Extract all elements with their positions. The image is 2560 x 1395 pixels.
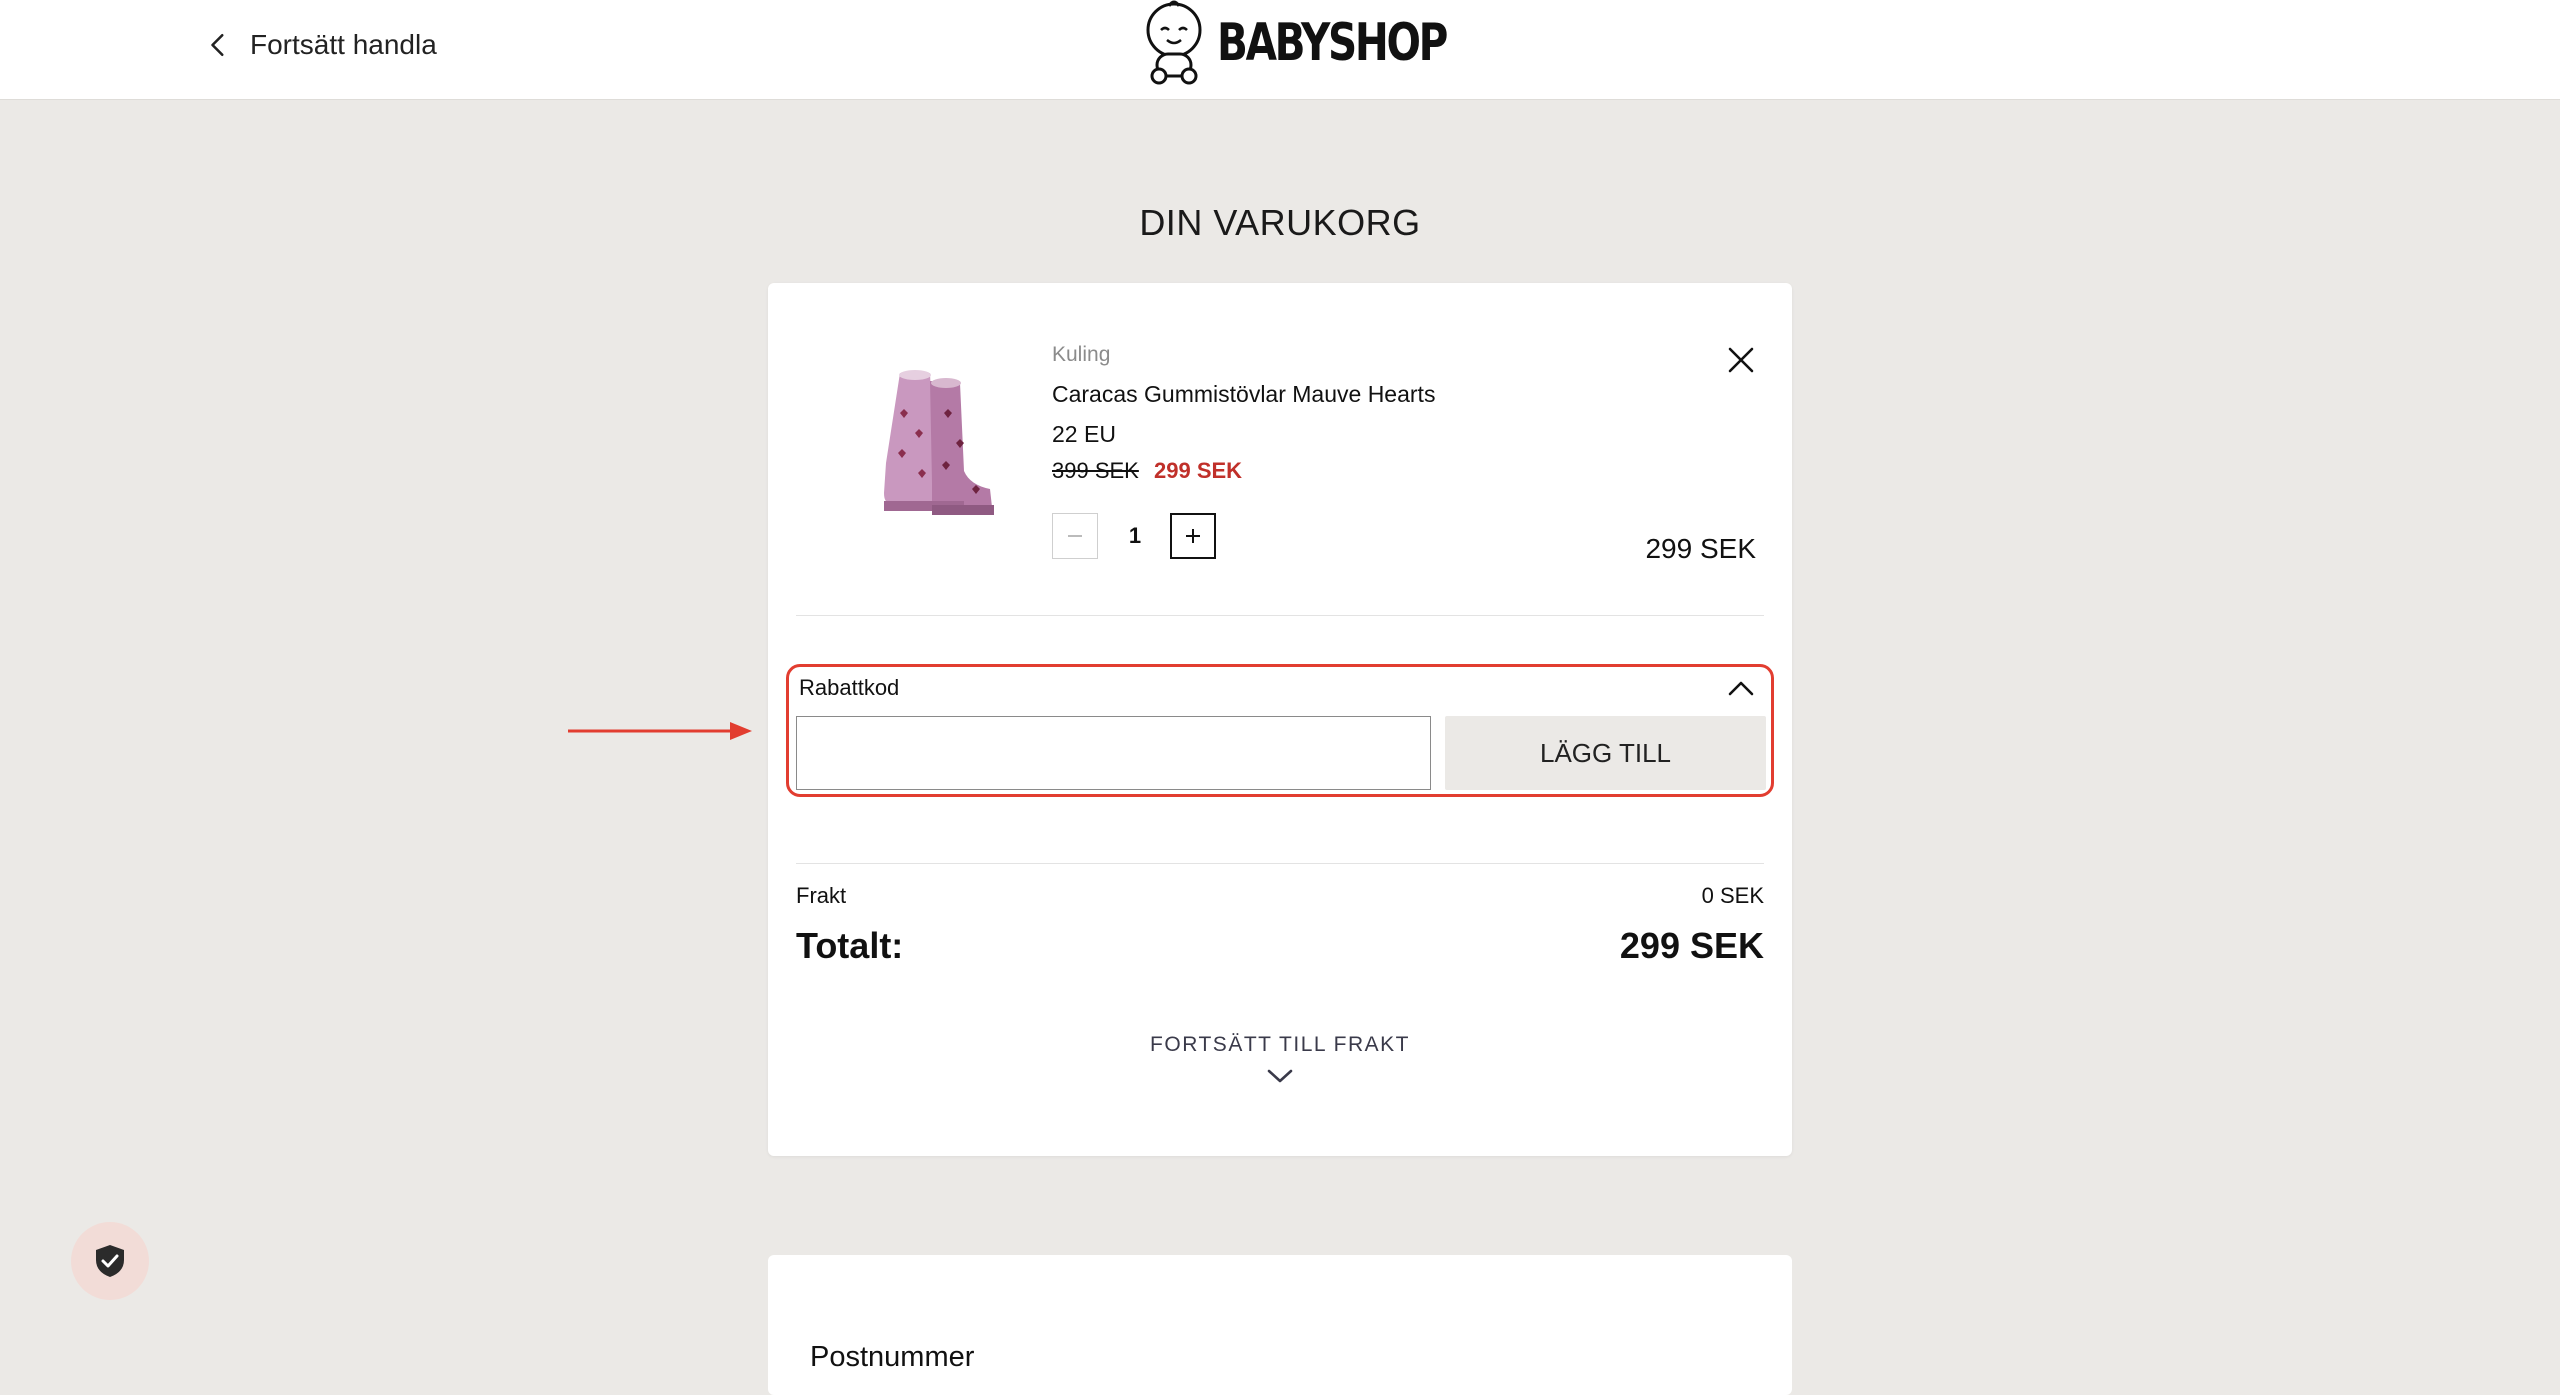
divider [796, 863, 1764, 864]
product-size: 22 EU [1052, 421, 1116, 447]
increase-quantity-button[interactable] [1170, 513, 1216, 559]
continue-shopping-label: Fortsätt handla [250, 29, 437, 60]
baby-mascot-icon [1146, 0, 1202, 85]
original-price: 399 SEK [1052, 458, 1139, 483]
product-name[interactable]: Caracas Gummistövlar Mauve Hearts [1052, 381, 1435, 408]
logo-wordmark: BABYSHOP [1217, 13, 1448, 73]
plus-icon [1186, 529, 1200, 543]
shipping-value: 0 SEK [1701, 883, 1764, 908]
continue-to-shipping-button[interactable]: FORTSÄTT TILL FRAKT [1080, 1033, 1480, 1103]
minus-icon [1068, 535, 1082, 537]
chevron-down-icon [1267, 1069, 1293, 1083]
top-bar: Fortsätt handla BABYSHOP [0, 0, 2560, 100]
product-image[interactable] [860, 353, 1010, 523]
continue-shopping-link[interactable]: Fortsätt handla [206, 22, 437, 68]
cart-card: Kuling Caracas Gummistövlar Mauve Hearts… [768, 283, 1792, 1156]
discount-code-label: Rabattkod [799, 675, 900, 700]
chevron-left-icon [211, 33, 224, 57]
remove-item-button[interactable] [1724, 343, 1758, 377]
page-title: DIN VARUKORG [1139, 202, 1421, 243]
continue-to-shipping-label: FORTSÄTT TILL FRAKT [1150, 1033, 1410, 1056]
discount-code-section: Rabattkod LÄGG TILL [786, 664, 1774, 797]
divider [796, 615, 1764, 616]
shipping-label: Frakt [796, 883, 847, 908]
line-total: 299 SEK [1645, 533, 1756, 564]
postal-code-title: Postnummer [810, 1341, 975, 1373]
sale-price: 299 SEK [1154, 458, 1243, 483]
decrease-quantity-button[interactable] [1052, 513, 1098, 559]
postal-code-card: Postnummer [768, 1255, 1792, 1395]
apply-discount-button[interactable]: LÄGG TILL [1445, 716, 1766, 790]
product-brand[interactable]: Kuling [1052, 343, 1110, 367]
babyshop-logo[interactable]: BABYSHOP [1143, 0, 1511, 86]
annotation-arrow-icon [568, 722, 752, 740]
trust-badge[interactable] [71, 1222, 149, 1300]
shield-check-icon [96, 1245, 124, 1277]
total-value: 299 SEK [1619, 925, 1764, 966]
total-label: Totalt: [796, 925, 904, 966]
quantity-value: 1 [1128, 523, 1142, 548]
discount-code-input[interactable] [796, 716, 1431, 790]
chevron-up-icon[interactable] [1725, 673, 1757, 705]
